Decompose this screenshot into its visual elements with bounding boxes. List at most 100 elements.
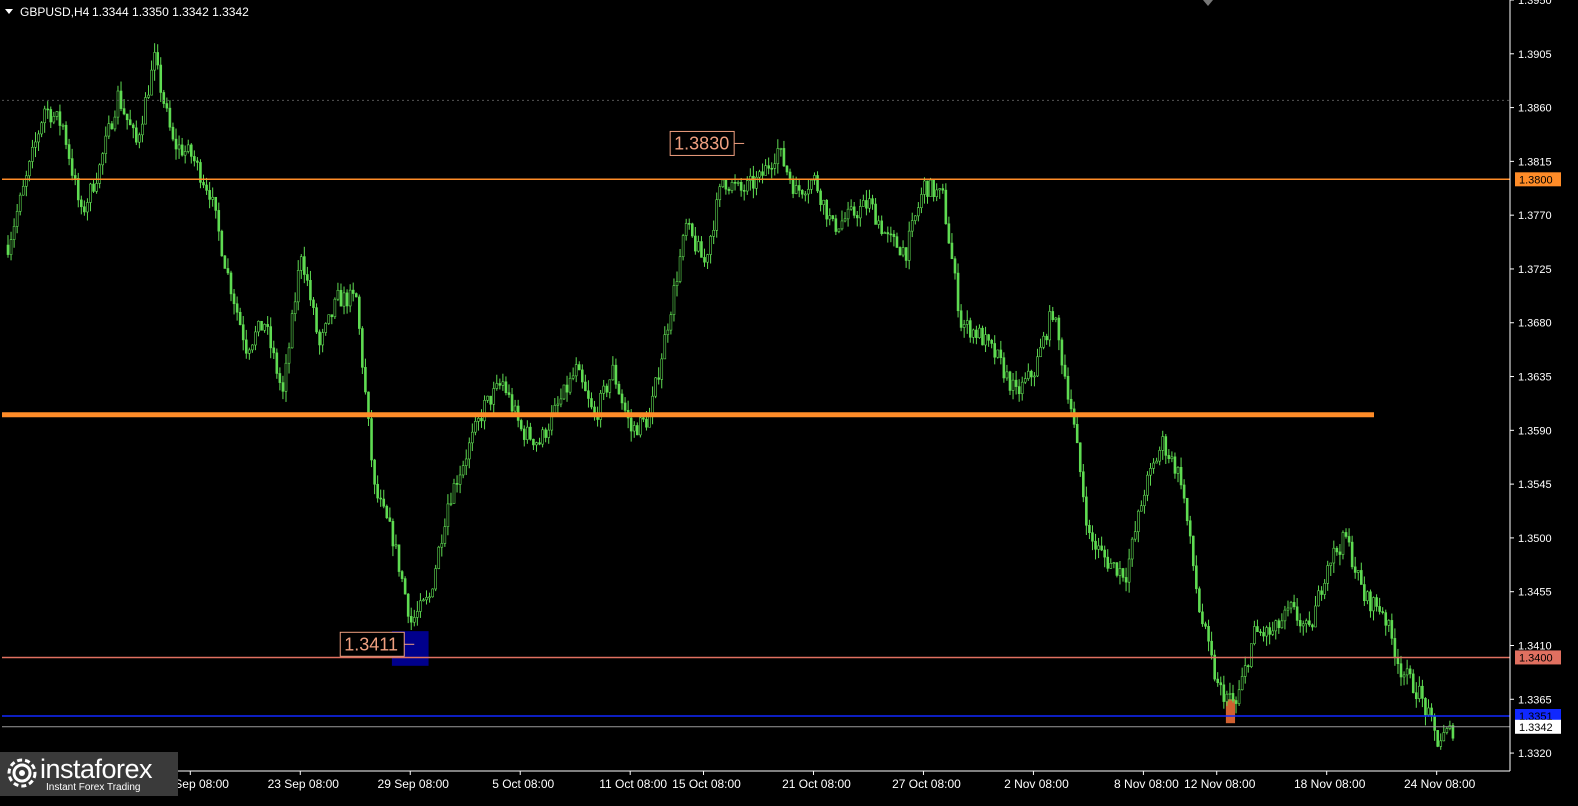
candle-body [687, 223, 691, 225]
y-tick-label: 1.3590 [1518, 425, 1552, 437]
candle-body [1182, 484, 1186, 499]
candle-body [807, 188, 810, 195]
candle-body [1185, 497, 1189, 522]
candle-body [211, 196, 214, 200]
candle-body [1363, 584, 1366, 602]
candle-body [409, 616, 413, 623]
candle-body [1188, 520, 1192, 537]
candle-body [431, 588, 434, 598]
candle-body [171, 126, 175, 140]
x-tick-label: 12 Nov 08:00 [1184, 777, 1256, 791]
candle-body [926, 180, 929, 197]
candle-body [260, 320, 263, 331]
candle-body [86, 202, 89, 213]
candle-body [80, 199, 83, 208]
candle-body [379, 497, 382, 500]
candle-body [1384, 612, 1388, 626]
candle-body [996, 349, 1000, 358]
candle-body [174, 138, 178, 150]
candle-body [1305, 620, 1308, 625]
candle-body [1329, 562, 1333, 566]
candle-body [828, 215, 832, 220]
candle-body [153, 52, 156, 71]
candle-body [318, 331, 321, 346]
candle-body [1222, 684, 1226, 702]
candle-body [1146, 474, 1149, 496]
candle-body [428, 596, 431, 599]
candle-body [1286, 607, 1290, 611]
candle-body [330, 314, 334, 318]
candle-body [742, 190, 746, 192]
candle-body [107, 123, 111, 137]
candle-body [859, 206, 862, 219]
candle-body [425, 597, 428, 601]
candle-body [1390, 620, 1394, 639]
candle-body [1268, 627, 1271, 635]
candle-body [639, 417, 642, 436]
candle-body [1219, 682, 1223, 686]
candle-body [385, 505, 389, 519]
candle-body [932, 179, 935, 197]
candle-body [156, 52, 159, 66]
candle-body [1231, 693, 1235, 701]
candle-body [617, 383, 621, 395]
candle-body [391, 521, 395, 547]
candle-body [907, 230, 911, 261]
candle-body [49, 109, 53, 123]
candle-body [547, 429, 551, 438]
candlestick-chart[interactable]: 1.38001.34001.33511.3342 1.38301.3411 1.… [0, 0, 1578, 801]
y-tick-label: 1.3365 [1518, 694, 1552, 706]
x-tick-label: 21 Oct 08:00 [782, 777, 851, 791]
candle-body [1396, 657, 1400, 665]
candle-body [1097, 545, 1100, 550]
candle-body [1100, 545, 1103, 551]
candle-body [1418, 685, 1421, 699]
candle-body [113, 116, 117, 130]
candle-body [1250, 643, 1253, 667]
candle-body [978, 327, 981, 338]
candle-body [1176, 467, 1180, 474]
candle-body [122, 108, 126, 115]
candle-body [968, 320, 972, 338]
chart-header: GBPUSD,H4 1.3344 1.3350 1.3342 1.3342 [5, 5, 249, 19]
candle-body [675, 281, 679, 287]
candle-body [611, 364, 615, 381]
candle-body [1326, 565, 1329, 584]
candle-body [1378, 606, 1381, 612]
candle-body [299, 256, 303, 271]
candle-body [193, 156, 196, 162]
candle-body [266, 324, 269, 327]
candle-body [165, 103, 169, 109]
candle-body [1115, 562, 1119, 576]
candle-body [984, 334, 987, 346]
candle-body [214, 196, 218, 211]
candle-body [290, 313, 294, 349]
candle-body [183, 151, 187, 156]
candle-body [125, 113, 129, 121]
watermark: instaforex Instant Forex Trading [0, 752, 178, 796]
candle-body [635, 425, 639, 436]
candle-body [358, 296, 361, 329]
candle-body [706, 254, 709, 263]
candle-body [9, 239, 13, 255]
candle-body [83, 206, 86, 213]
chart-area[interactable]: 1.3800 1.3400 1.3351 1.3342 1.3830 1.3411 1.… [0, 0, 1578, 801]
candle-body [202, 182, 205, 186]
candle-body [1213, 654, 1216, 680]
candle-body [275, 352, 279, 374]
x-tick-label: 18 Nov 08:00 [1294, 777, 1366, 791]
candle-body [1124, 577, 1128, 583]
candle-body [684, 223, 688, 236]
candle-body [70, 158, 74, 176]
candle-body [804, 193, 807, 196]
candle-body [681, 235, 685, 258]
candle-body [1353, 566, 1357, 573]
candle-body [1240, 676, 1244, 691]
candle-body [272, 347, 276, 354]
candle-body [956, 272, 960, 312]
candle-body [446, 503, 450, 527]
y-tick-label: 1.3815 [1518, 156, 1552, 168]
candle-body [1243, 665, 1247, 677]
candle-body [138, 134, 141, 143]
candle-body [657, 377, 660, 380]
